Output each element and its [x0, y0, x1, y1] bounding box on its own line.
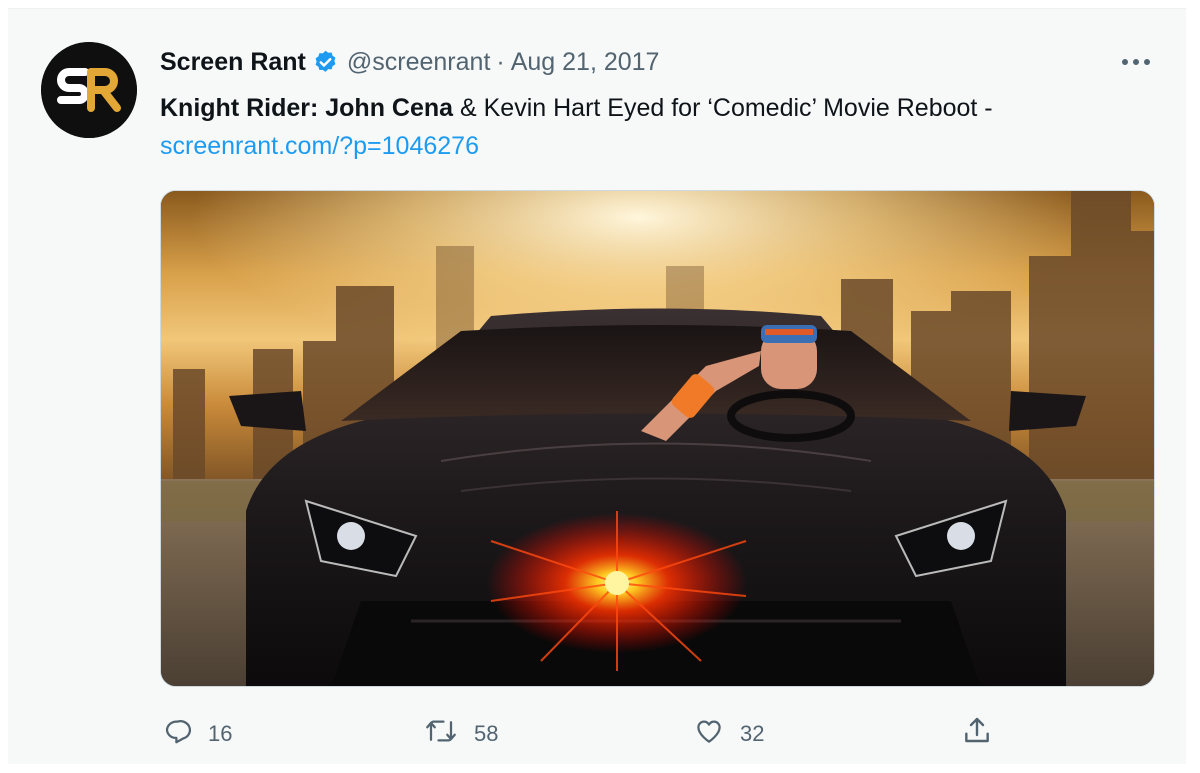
tweet-card[interactable]: Screen Rant @screenrant · Aug 21, 2017 K…: [8, 8, 1186, 764]
tweet-date[interactable]: Aug 21, 2017: [511, 48, 660, 77]
screenshot-frame: Screen Rant @screenrant · Aug 21, 2017 K…: [0, 0, 1200, 773]
more-options-icon[interactable]: [1116, 47, 1156, 77]
retweet-button[interactable]: 58: [422, 712, 498, 756]
verified-badge-icon: [312, 49, 339, 76]
tweet-text-bold: Knight Rider: John Cena: [160, 94, 454, 122]
screen-rant-logo-icon: [41, 42, 137, 138]
share-button[interactable]: [960, 712, 994, 756]
reply-icon: [160, 716, 194, 752]
reply-count: 16: [208, 721, 233, 746]
like-button[interactable]: 32: [692, 712, 764, 756]
separator-dot: ·: [496, 47, 505, 76]
author-name[interactable]: Screen Rant: [160, 48, 306, 77]
tweet-header: Screen Rant @screenrant · Aug 21, 2017: [160, 45, 659, 79]
tweet-text: Knight Rider: John Cena & Kevin Hart Eye…: [160, 89, 1160, 165]
tweet-link[interactable]: screenrant.com/?p=1046276: [160, 132, 479, 160]
heart-icon: [692, 716, 726, 752]
tweet-text-rest: & Kevin Hart Eyed for ‘Comedic’ Movie Re…: [453, 94, 993, 122]
author-handle[interactable]: @screenrant: [347, 48, 491, 77]
avatar[interactable]: [41, 42, 137, 138]
share-icon: [960, 715, 994, 753]
tweet-actions: 16 58 32: [160, 712, 1040, 756]
tweet-media-image[interactable]: [160, 190, 1155, 687]
retweet-count: 58: [474, 721, 499, 746]
retweet-icon: [422, 716, 460, 752]
knight-rider-car-image: [161, 191, 1154, 686]
like-count: 32: [740, 721, 765, 746]
reply-button[interactable]: 16: [160, 712, 232, 756]
